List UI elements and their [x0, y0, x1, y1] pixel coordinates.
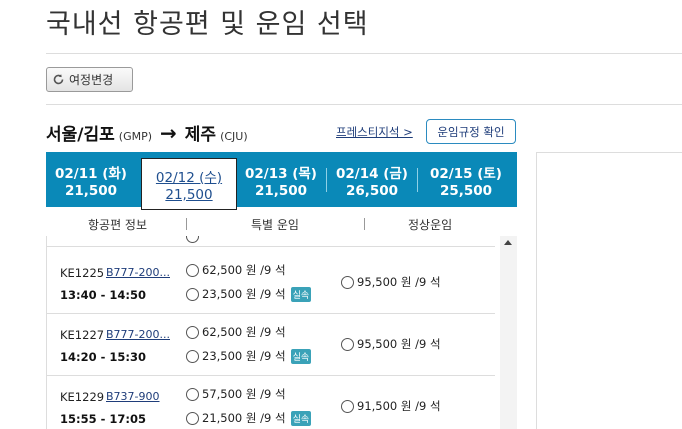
- col-separator: [186, 218, 187, 230]
- date-label: 02/12 (수): [155, 170, 223, 186]
- radio-button[interactable]: [186, 349, 199, 363]
- special-fare-option[interactable]: 21,500 원 /9 석 실속: [186, 410, 312, 426]
- table-row: KE1225 B777-200... 13:40 - 14:50 62,500 …: [47, 252, 495, 314]
- aircraft-link[interactable]: B777-200...: [106, 328, 170, 341]
- radio-button[interactable]: [186, 236, 199, 243]
- date-price: 25,500: [439, 183, 493, 199]
- aircraft-link[interactable]: B737-900: [106, 390, 160, 403]
- radio-button[interactable]: [341, 275, 354, 289]
- fare-text: 23,500 원 /9 석: [202, 287, 286, 301]
- fare-text: 23,500 원 /9 석: [202, 349, 286, 363]
- fare-text: 95,500 원 /9 석: [357, 337, 441, 351]
- date-tab-selected[interactable]: 02/12 (수) 21,500: [141, 158, 237, 210]
- arrow-right-icon: →: [160, 121, 177, 145]
- aircraft-link[interactable]: B777-200...: [106, 266, 170, 279]
- col-normal-fare: 정상운임: [408, 218, 453, 232]
- normal-fare-option[interactable]: 95,500 원 /9 석: [341, 336, 441, 352]
- col-flight-info: 항공편 정보: [88, 218, 148, 232]
- refresh-icon: [52, 73, 65, 86]
- date-selector: 02/11 (화) 21,500 02/12 (수) 21,500 02/13 …: [46, 152, 517, 210]
- change-itinerary-button[interactable]: 여정변경: [46, 67, 133, 92]
- fare-table-header: 항공편 정보 특별 운임 정상운임: [46, 210, 517, 236]
- radio-button[interactable]: [341, 399, 354, 413]
- fare-text: 62,500 원 /9 석: [202, 325, 286, 339]
- radio-button[interactable]: [186, 325, 199, 339]
- flight-number: KE1225: [60, 266, 105, 280]
- value-badge: 실속: [290, 348, 312, 364]
- fare-option[interactable]: [186, 236, 199, 243]
- radio-button[interactable]: [186, 263, 199, 277]
- origin-code: (GMP): [118, 130, 153, 143]
- special-fare-option[interactable]: 23,500 원 /9 석 실속: [186, 348, 312, 364]
- normal-fare-option[interactable]: 91,500 원 /9 석: [341, 398, 441, 414]
- radio-button[interactable]: [186, 387, 199, 401]
- dest-code: (CJU): [220, 130, 248, 143]
- date-label: 02/14 (금): [336, 166, 408, 182]
- prestige-seat-link[interactable]: 프레스티지석 >: [336, 124, 413, 140]
- table-row: KE1229 B737-900 15:55 - 17:05 57,500 원 /…: [47, 376, 495, 429]
- special-fare-option[interactable]: 62,500 원 /9 석: [186, 324, 286, 340]
- normal-fare-option[interactable]: 95,500 원 /9 석: [341, 274, 441, 290]
- special-fare-option[interactable]: 62,500 원 /9 석: [186, 262, 286, 278]
- date-price: 21,500: [64, 183, 118, 199]
- fare-rules-button[interactable]: 운임규정 확인: [426, 119, 516, 144]
- date-label: 02/11 (화): [55, 166, 127, 182]
- table-row: KE1227 B777-200... 14:20 - 15:30 62,500 …: [47, 314, 495, 376]
- page-title: 국내선 항공편 및 운임 선택: [46, 9, 369, 40]
- flight-time: 14:20 - 15:30: [60, 350, 146, 364]
- vertical-scrollbar[interactable]: [500, 236, 517, 429]
- date-price: 21,500: [165, 187, 213, 203]
- fare-text: 62,500 원 /9 석: [202, 263, 286, 277]
- radio-button[interactable]: [186, 411, 199, 425]
- value-badge: 실속: [290, 286, 312, 302]
- date-label: 02/15 (토): [430, 166, 502, 182]
- special-fare-option[interactable]: 57,500 원 /9 석: [186, 386, 286, 402]
- fare-text: 57,500 원 /9 석: [202, 387, 286, 401]
- date-price: 21,500: [254, 183, 308, 199]
- flight-list: KE1225 B777-200... 13:40 - 14:50 62,500 …: [46, 236, 517, 429]
- radio-button[interactable]: [186, 287, 199, 301]
- dest-city: 제주: [184, 125, 217, 145]
- special-fare-option[interactable]: 23,500 원 /9 석 실속: [186, 286, 312, 302]
- flight-time: 15:55 - 17:05: [60, 412, 146, 426]
- table-row: [47, 236, 495, 247]
- fare-text: 95,500 원 /9 석: [357, 275, 441, 289]
- date-tab[interactable]: 02/15 (토) 25,500: [418, 152, 514, 207]
- date-price: 26,500: [345, 183, 399, 199]
- col-separator: [364, 218, 365, 230]
- divider: [46, 53, 682, 54]
- flight-number: KE1229: [60, 390, 105, 404]
- route-heading: 서울/김포 (GMP) → 제주 (CJU): [46, 120, 248, 145]
- flight-number: KE1227: [60, 328, 105, 342]
- date-tab[interactable]: 02/14 (금) 26,500: [327, 152, 417, 207]
- side-panel: [536, 152, 682, 429]
- change-itinerary-label: 여정변경: [69, 73, 114, 87]
- value-badge: 실속: [290, 410, 312, 426]
- radio-button[interactable]: [341, 337, 354, 351]
- scroll-up-arrow-icon[interactable]: [504, 240, 512, 245]
- date-label: 02/13 (목): [245, 166, 317, 182]
- date-tab[interactable]: 02/11 (화) 21,500: [46, 152, 136, 207]
- fare-text: 21,500 원 /9 석: [202, 411, 286, 425]
- col-special-fare: 특별 운임: [251, 218, 299, 232]
- origin-city: 서울/김포: [46, 125, 115, 145]
- flight-time: 13:40 - 14:50: [60, 288, 146, 302]
- fare-text: 91,500 원 /9 석: [357, 399, 441, 413]
- date-tab[interactable]: 02/13 (목) 21,500: [236, 152, 326, 207]
- divider: [46, 104, 682, 105]
